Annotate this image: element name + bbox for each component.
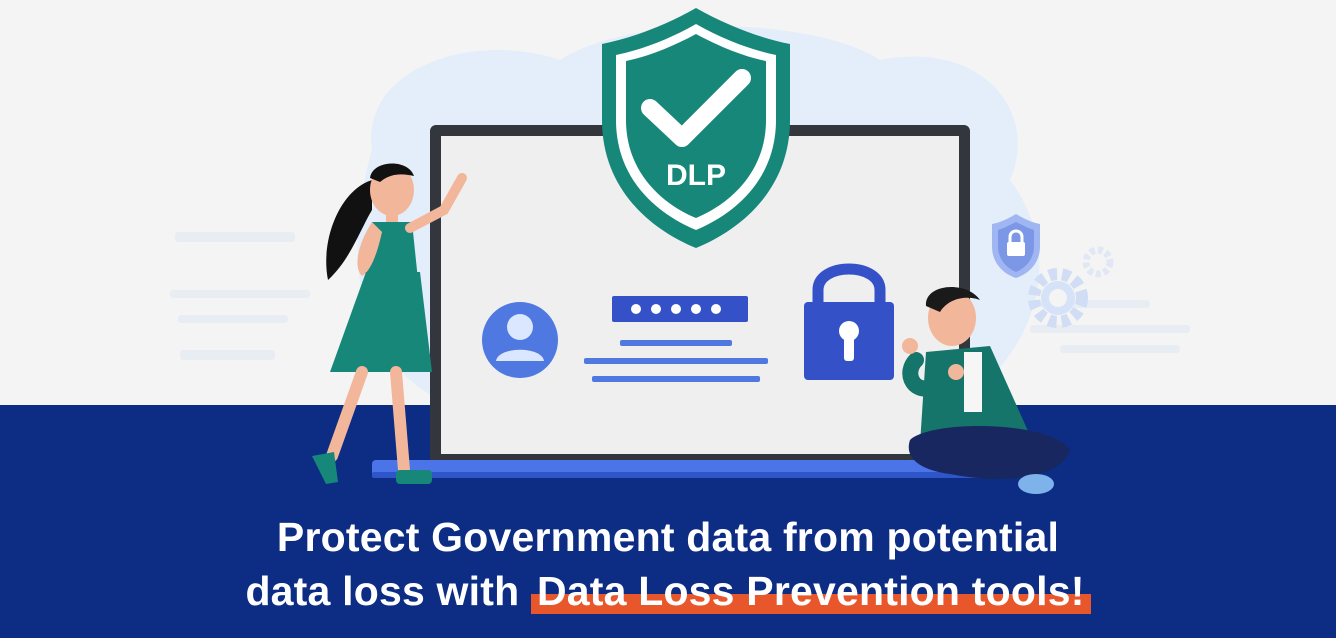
user-avatar-icon (482, 302, 558, 378)
dlp-banner: DLP Protect Government data from potenti… (0, 0, 1336, 638)
headline-line-1: Protect Government data from potential (276, 514, 1060, 560)
headline: Protect Government data from potential d… (0, 510, 1336, 618)
shield-badge-text: DLP (666, 159, 726, 192)
headline-line-2: data loss with Data Loss Prevention tool… (0, 564, 1336, 618)
headline-highlight: Data Loss Prevention tools! (530, 568, 1091, 614)
headline-line-2-prefix: data loss with (245, 568, 531, 614)
